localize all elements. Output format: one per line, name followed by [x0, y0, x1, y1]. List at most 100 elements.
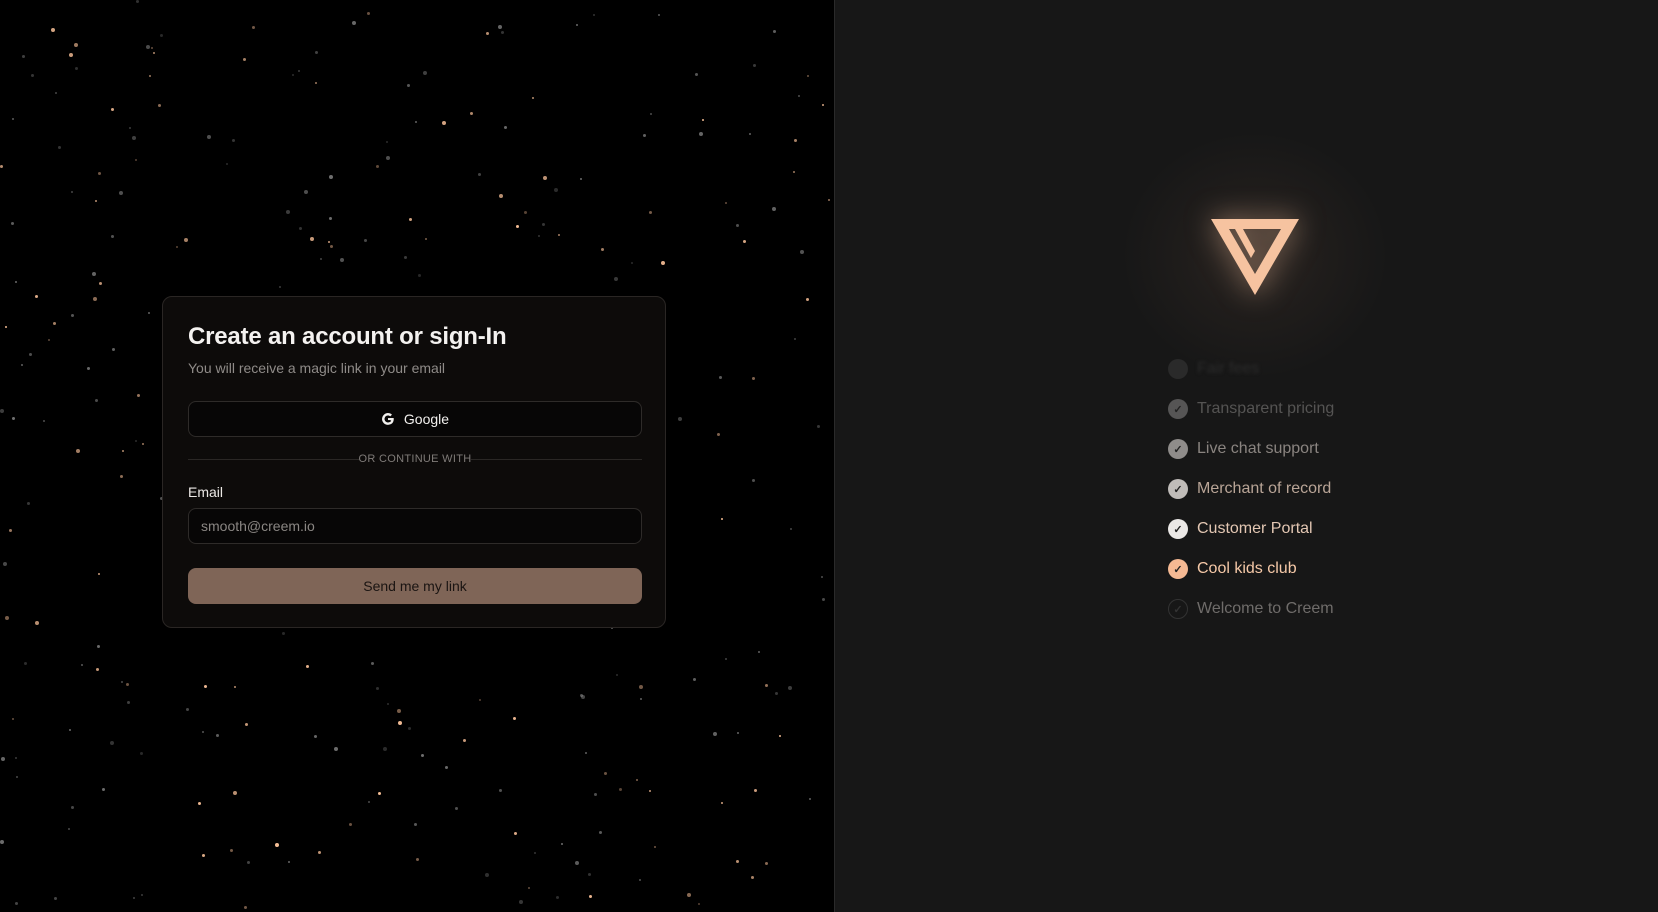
star-dot	[310, 237, 314, 241]
star-dot	[198, 802, 201, 805]
star-dot	[425, 238, 427, 240]
star-dot	[48, 339, 50, 341]
star-dot	[71, 191, 73, 193]
star-dot	[575, 861, 579, 865]
email-field[interactable]	[188, 508, 642, 544]
star-dot	[601, 248, 604, 251]
feature-item: ✓ Welcome to Creem	[1168, 597, 1428, 621]
star-dot	[486, 32, 489, 35]
checkmark-icon: ✓	[1168, 439, 1188, 459]
star-dot	[649, 790, 651, 792]
star-dot	[35, 621, 39, 625]
star-dot	[376, 165, 379, 168]
star-dot	[765, 684, 768, 687]
star-dot	[98, 573, 100, 575]
star-dot	[594, 793, 597, 796]
star-dot	[534, 852, 536, 854]
star-dot	[328, 241, 330, 243]
star-dot	[176, 246, 178, 248]
star-dot	[650, 113, 652, 115]
star-dot	[614, 277, 618, 281]
star-dot	[423, 71, 427, 75]
star-dot	[3, 562, 7, 566]
star-dot	[501, 31, 504, 34]
star-dot	[207, 135, 211, 139]
star-dot	[765, 862, 768, 865]
star-dot	[35, 295, 38, 298]
star-dot	[102, 788, 105, 791]
feature-item: ✓ Customer Portal	[1168, 517, 1428, 541]
star-dot	[81, 664, 83, 666]
google-sign-in-button[interactable]: Google	[188, 401, 642, 437]
divider-line-right	[471, 458, 642, 460]
star-dot	[12, 118, 14, 120]
star-dot	[485, 873, 489, 877]
star-dot	[822, 598, 825, 601]
star-dot	[772, 207, 776, 211]
star-dot	[737, 732, 739, 734]
feature-label: Fair fees	[1197, 360, 1260, 377]
star-dot	[12, 718, 14, 720]
star-dot	[99, 282, 102, 285]
star-dot	[693, 678, 696, 681]
star-dot	[98, 172, 101, 175]
star-dot	[232, 139, 235, 142]
star-dot	[397, 709, 401, 713]
star-dot	[752, 377, 755, 380]
star-dot	[111, 235, 114, 238]
star-dot	[554, 188, 558, 192]
star-dot	[619, 788, 622, 791]
star-dot	[386, 156, 390, 160]
star-dot	[279, 286, 281, 288]
star-dot	[736, 224, 739, 227]
feature-item: ✓ Cool kids club	[1168, 557, 1428, 581]
star-dot	[749, 133, 751, 135]
star-dot	[153, 52, 155, 54]
star-dot	[404, 256, 407, 259]
star-dot	[736, 860, 739, 863]
star-dot	[585, 752, 587, 754]
star-dot	[513, 717, 516, 720]
star-dot	[5, 326, 7, 328]
star-dot	[216, 734, 219, 737]
star-dot	[713, 732, 717, 736]
star-dot	[543, 176, 547, 180]
star-dot	[93, 297, 97, 301]
star-dot	[1, 757, 5, 761]
star-dot	[15, 281, 17, 283]
star-dot	[15, 757, 17, 759]
star-dot	[580, 694, 583, 697]
star-dot	[315, 82, 317, 84]
star-dot	[334, 747, 338, 751]
star-dot	[556, 896, 559, 899]
star-dot	[398, 721, 402, 725]
star-dot	[524, 211, 527, 214]
checkmark-icon: ✓	[1168, 599, 1188, 619]
star-dot	[821, 576, 823, 578]
star-dot	[798, 95, 800, 97]
star-dot	[54, 897, 57, 900]
star-dot	[661, 261, 665, 265]
star-dot	[27, 502, 30, 505]
star-dot	[809, 798, 811, 800]
creem-logo-icon	[1210, 218, 1300, 296]
send-magic-link-button[interactable]: Send me my link	[188, 568, 642, 604]
star-dot	[234, 686, 236, 688]
star-dot	[126, 683, 129, 686]
star-dot	[11, 222, 14, 225]
feature-label: Cool kids club	[1197, 560, 1297, 577]
star-dot	[233, 791, 237, 795]
star-dot	[616, 674, 618, 676]
star-dot	[349, 823, 352, 826]
star-dot	[717, 433, 720, 436]
star-dot	[120, 475, 123, 478]
star-dot	[75, 67, 78, 70]
star-dot	[286, 210, 290, 214]
star-dot	[306, 665, 309, 668]
star-dot	[135, 440, 137, 442]
star-dot	[95, 399, 98, 402]
star-dot	[542, 223, 545, 226]
star-dot	[788, 686, 792, 690]
star-dot	[773, 30, 776, 33]
star-dot	[119, 191, 123, 195]
